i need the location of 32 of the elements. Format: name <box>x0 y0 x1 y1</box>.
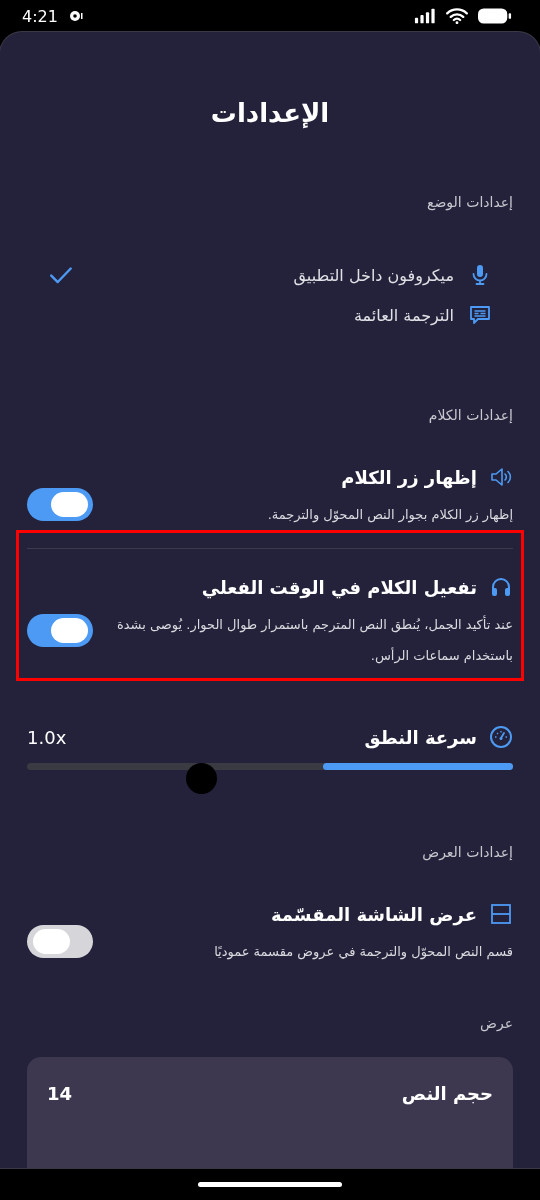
setting-description: إظهار زر الكلام بجوار النص المحوّل والترجمة. <box>266 506 513 525</box>
setting-description: عند تأكيد الجمل، يُنطق النص المترجم باستمرار طوال الحوار. يُوصى بشدة باستخدام سماعات الرأس. <box>115 614 513 666</box>
section-header: عرض <box>479 1014 513 1033</box>
toggle-switch[interactable] <box>27 488 93 521</box>
status-time: 4:21 <box>22 6 58 26</box>
setting-title: سرعة النطق <box>364 726 477 748</box>
mode-option[interactable]: ميكروفون داخل التطبيق <box>48 262 492 288</box>
slider-track[interactable] <box>27 763 513 770</box>
sheet-title: الإعدادات <box>210 97 330 130</box>
home-indicator[interactable] <box>198 1181 342 1187</box>
setting-title: إظهار زر الكلام <box>341 466 477 488</box>
section-header: إعدادات الوضع <box>426 193 513 212</box>
setting-title: تفعيل الكلام في الوقت الفعلي <box>201 576 477 598</box>
wifi-icon <box>446 8 468 24</box>
toggle-switch[interactable] <box>27 613 93 647</box>
signal-icon <box>414 8 436 24</box>
setting-description: قسم النص المحوّل والترجمة في عروض مقسمة عموديًا <box>213 943 513 962</box>
section-header: إعدادات العرض <box>421 843 513 862</box>
setting-title: عرض الشاشة المقسّمة <box>270 903 477 925</box>
chat-bubble-icon <box>468 303 492 327</box>
card-label: حجم النص <box>401 1083 493 1104</box>
toggle-switch[interactable] <box>27 925 93 958</box>
notification-icon <box>67 9 84 23</box>
speaker-icon <box>489 465 513 489</box>
split-screen-icon <box>489 902 513 926</box>
speedometer-icon <box>489 725 513 749</box>
section-header: إعدادات الكلام <box>427 406 513 425</box>
headphones-icon <box>489 575 513 599</box>
card-value: 14 <box>47 1083 73 1104</box>
mode-option[interactable]: الترجمة العائمة <box>48 303 492 327</box>
speed-value: 1.0x <box>27 726 67 748</box>
battery-icon <box>478 7 512 25</box>
